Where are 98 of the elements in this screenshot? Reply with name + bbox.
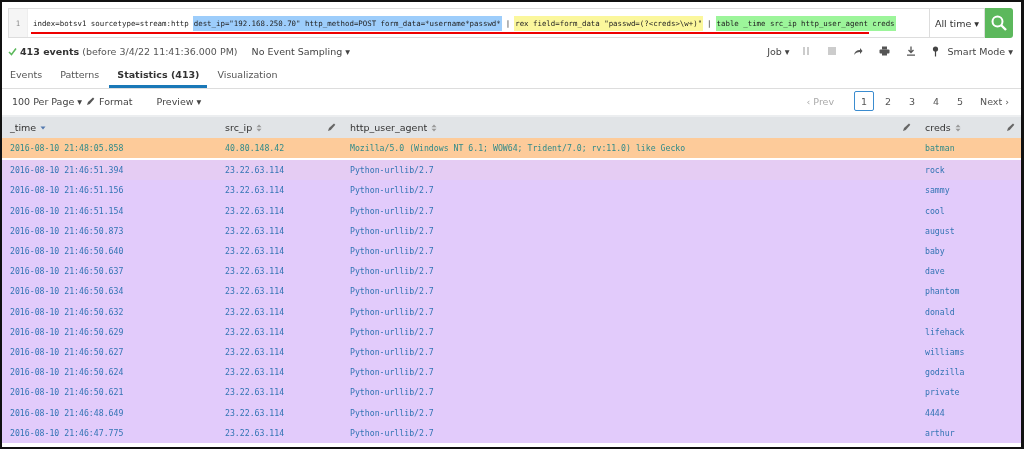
- table-cell-text: baby: [924, 246, 946, 257]
- pin-icon: [931, 45, 939, 57]
- table-cell-text: 2016-08-10 21:46:50.629: [9, 326, 125, 337]
- table-cell-text: arthur: [924, 427, 956, 438]
- table-cell-text: Python-urllib/2.7: [349, 407, 435, 418]
- table-cell-text: 23.22.63.114: [224, 427, 286, 438]
- table-cell-text: 2016-08-10 21:46:50.632: [9, 306, 125, 317]
- results-tab[interactable]: Statistics (413): [109, 64, 208, 88]
- sampling-dropdown[interactable]: No Event Sampling ▾: [251, 45, 350, 57]
- table-cell-text: Python-urllib/2.7: [349, 387, 435, 398]
- job-menu[interactable]: Job ▾: [767, 45, 790, 57]
- table-cell-text: 23.22.63.114: [224, 185, 286, 196]
- table-cell-text: 2016-08-10 21:46:50.624: [9, 367, 125, 378]
- per-page-dropdown[interactable]: 100 Per Page ▾: [12, 95, 83, 107]
- column-header[interactable]: src_ip: [225, 122, 253, 133]
- search-button[interactable]: [985, 8, 1013, 38]
- page-link[interactable]: 4: [926, 91, 947, 111]
- table-cell-text: 23.22.63.114: [224, 407, 286, 418]
- table-cell-text: Python-urllib/2.7: [349, 165, 435, 176]
- event-count: 413 events: [20, 45, 80, 57]
- table-cell-text: 23.22.63.114: [224, 306, 286, 317]
- table-cell-text: cool: [924, 205, 946, 216]
- table-cell-text: Python-urllib/2.7: [349, 286, 435, 297]
- table-cell-text: Python-urllib/2.7: [349, 266, 435, 277]
- search-icon: [990, 14, 1008, 32]
- table-cell-text: 40.80.148.42: [224, 143, 286, 154]
- page-link[interactable]: 1: [854, 91, 875, 111]
- column-header[interactable]: http_user_agent: [350, 122, 428, 133]
- table-cell-text: 23.22.63.114: [224, 266, 286, 277]
- table-cell-text: 23.22.63.114: [224, 326, 286, 337]
- time-range-picker[interactable]: All time ▾: [929, 8, 985, 38]
- results-tab[interactable]: Patterns: [52, 64, 108, 88]
- share-icon[interactable]: [852, 46, 863, 56]
- search-time: (before 3/4/22 11:41:36.000 PM): [82, 45, 238, 57]
- column-header[interactable]: _time: [10, 122, 37, 133]
- table-cell-text: 23.22.63.114: [224, 246, 286, 257]
- table-cell-text: Python-urllib/2.7: [349, 427, 435, 438]
- table-cell-text: private: [924, 387, 961, 398]
- format-button[interactable]: Format: [99, 95, 133, 107]
- table-cell-text: Python-urllib/2.7: [349, 246, 435, 257]
- check-icon: [8, 46, 17, 56]
- table-cell-text: donald: [924, 306, 956, 317]
- column-header[interactable]: creds: [925, 122, 951, 133]
- table-cell-text: godzilla: [924, 367, 966, 378]
- results-tab[interactable]: Visualization: [209, 64, 286, 88]
- next-page-link[interactable]: Next ›: [974, 95, 1015, 107]
- table-cell-text: 23.22.63.114: [224, 165, 286, 176]
- table-cell-text: dave: [924, 266, 946, 277]
- table-cell-text: 23.22.63.114: [224, 286, 286, 297]
- print-icon[interactable]: [878, 46, 890, 56]
- table-cell-text: Python-urllib/2.7: [349, 185, 435, 196]
- page-link[interactable]: 3: [902, 91, 923, 111]
- table-cell-text: sammy: [924, 185, 951, 196]
- table-cell-text: august: [924, 225, 956, 236]
- table-cell-text: 2016-08-10 21:46:51.394: [9, 165, 125, 176]
- table-cell-text: batman: [924, 143, 956, 154]
- pencil-icon[interactable]: [902, 123, 911, 132]
- pencil-icon[interactable]: [1006, 123, 1015, 132]
- table-cell-text: 2016-08-10 21:46:50.637: [9, 266, 125, 277]
- table-cell-text: 2016-08-10 21:46:50.873: [9, 225, 125, 236]
- table-cell-text: Mozilla/5.0 (Windows NT 6.1; WOW64; Trident/7.0; rv:11.0) like Gecko: [349, 143, 687, 154]
- download-icon[interactable]: [905, 46, 916, 56]
- sort-icon[interactable]: [256, 123, 263, 132]
- table-cell-text: Python-urllib/2.7: [349, 367, 435, 378]
- table-cell-text: 2016-08-10 21:46:47.775: [9, 427, 125, 438]
- table-cell-text: phantom: [924, 286, 961, 297]
- table-cell-text: 23.22.63.114: [224, 367, 286, 378]
- table-cell-text: 23.22.63.114: [224, 387, 286, 398]
- table-cell-text: 23.22.63.114: [224, 205, 286, 216]
- search-mode-dropdown[interactable]: Smart Mode ▾: [947, 45, 1013, 57]
- table-cell-text: Python-urllib/2.7: [349, 205, 435, 216]
- preview-dropdown[interactable]: Preview ▾: [156, 95, 202, 107]
- table-cell-text: 2016-08-10 21:46:50.621: [9, 387, 125, 398]
- table-cell-text: lifehack: [924, 326, 966, 337]
- table-cell-text: Python-urllib/2.7: [349, 306, 435, 317]
- table-cell-text: Python-urllib/2.7: [349, 326, 435, 337]
- page-link[interactable]: 5: [950, 91, 971, 111]
- table-cell-text: 4444: [924, 407, 946, 418]
- table-cell-text: 2016-08-10 21:46:50.634: [9, 286, 125, 297]
- table-cell-text: 23.22.63.114: [224, 225, 286, 236]
- table-cell-text: 2016-08-10 21:46:48.649: [9, 407, 125, 418]
- sort-descending-icon[interactable]: [40, 124, 47, 131]
- table-cell-text: 2016-08-10 21:46:50.627: [9, 346, 125, 357]
- results-tab[interactable]: Events: [2, 64, 51, 88]
- table-cell-text: 2016-08-10 21:46:51.156: [9, 185, 125, 196]
- table-cell-text: 2016-08-10 21:46:51.154: [9, 205, 125, 216]
- table-cell-text: 2016-08-10 21:48:05.858: [9, 143, 125, 154]
- table-cell-text: rock: [924, 165, 946, 176]
- pencil-icon: [86, 96, 96, 106]
- table-cell-text: Python-urllib/2.7: [349, 225, 435, 236]
- pencil-icon[interactable]: [327, 123, 336, 132]
- table-cell-text: 23.22.63.114: [224, 346, 286, 357]
- sort-icon[interactable]: [954, 123, 961, 132]
- sort-icon[interactable]: [431, 123, 438, 132]
- table-cell-text: williams: [924, 346, 966, 357]
- page-link[interactable]: 2: [878, 91, 899, 111]
- table-cell-text: 2016-08-10 21:46:50.640: [9, 246, 125, 257]
- table-cell-text: Python-urllib/2.7: [349, 346, 435, 357]
